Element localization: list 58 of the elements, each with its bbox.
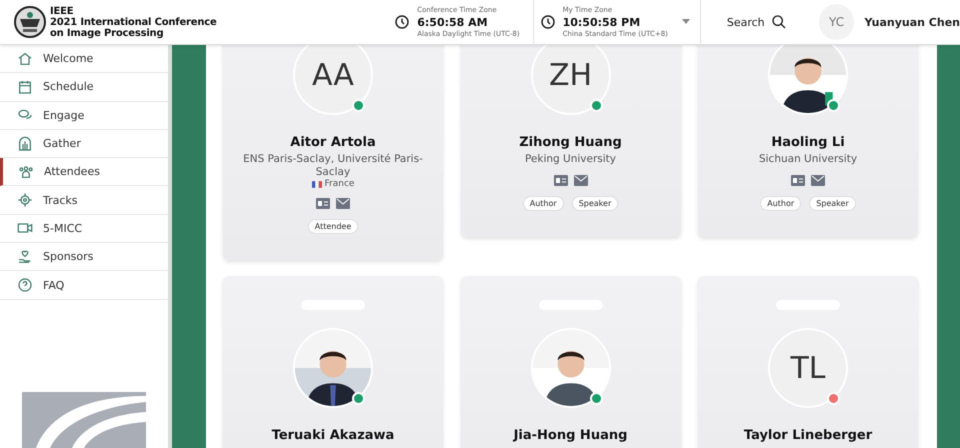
- attendee-name: Jia-Hong Huang: [514, 428, 628, 443]
- avatar: TL: [768, 328, 848, 408]
- affiliation: Sichuan University: [758, 153, 858, 166]
- mail-icon[interactable]: [336, 198, 350, 209]
- sidebar-item[interactable]: Attendees: [0, 158, 168, 186]
- attendee-name: Taylor Lineberger: [744, 428, 872, 443]
- attendee-card[interactable]: Jia-Hong Huang: [460, 276, 680, 448]
- hand-heart-icon: [17, 248, 33, 265]
- target-icon: [17, 192, 33, 208]
- calendar-icon: [17, 78, 33, 95]
- clock-icon: [540, 14, 556, 30]
- role-tag: Speaker: [809, 196, 856, 211]
- avatar: AA: [293, 45, 373, 115]
- user-name: Yuanyuan Chen: [864, 16, 960, 28]
- mail-icon[interactable]: [811, 175, 825, 186]
- attendee-name: Haoling Li: [771, 135, 845, 150]
- mail-icon[interactable]: [574, 175, 588, 186]
- attendee-card[interactable]: Teruaki Akazawa: [223, 276, 443, 448]
- flag-icon: [312, 180, 322, 188]
- contact-card-icon[interactable]: [316, 198, 330, 209]
- clock-time: 10:50:58 PM: [562, 16, 642, 28]
- attendee-card[interactable]: ZH Zihong Huang Peking University Author Speaker: [460, 45, 680, 237]
- attendee-name: Zihong Huang: [519, 135, 622, 150]
- search-button[interactable]: Search: [726, 14, 787, 30]
- sidebar-item[interactable]: Schedule: [0, 73, 168, 102]
- attendee-card[interactable]: Haoling Li Sichuan University Author Speaker: [698, 45, 918, 237]
- sidebar-item[interactable]: Engage: [0, 102, 168, 130]
- affiliation: ENS Paris-Saclay, Université Paris-Saclay: [242, 153, 424, 179]
- attendee-card[interactable]: AA Aitor Artola ENS Paris-Saclay, Université Paris-Saclay France Attendee: [223, 45, 443, 260]
- clock-icon: [394, 14, 410, 30]
- role-tag: Speaker: [572, 196, 618, 211]
- attendee-card[interactable]: TL Taylor Lineberger: [698, 276, 918, 448]
- clock-time: 6:50:58 AM: [417, 16, 489, 28]
- sidebar-item[interactable]: Welcome: [0, 45, 168, 74]
- role-tag: Attendee: [308, 219, 358, 234]
- conference-title: IEEE 2021 International Conference on Image Processing: [50, 6, 217, 38]
- attendee-name: Aitor Artola: [290, 135, 376, 150]
- role-tag: Author: [522, 196, 564, 211]
- help-icon: [17, 277, 33, 294]
- sidebar-item[interactable]: Tracks: [0, 186, 168, 215]
- dropdown-caret-icon[interactable]: [682, 18, 690, 24]
- sidebar-item[interactable]: 5-MICC: [0, 214, 168, 244]
- contact-card-icon[interactable]: [554, 175, 568, 186]
- sidebar-item[interactable]: Gather: [0, 130, 168, 158]
- people-icon: [18, 164, 34, 180]
- affiliation: Peking University: [524, 153, 618, 166]
- arch-icon: [17, 136, 33, 152]
- sidebar-item[interactable]: FAQ: [0, 271, 168, 300]
- logo-icon: [14, 6, 46, 38]
- contact-card-icon[interactable]: [791, 175, 805, 186]
- avatar: ZH: [530, 45, 610, 115]
- attendee-name: Teruaki Akazawa: [272, 428, 394, 443]
- country: France: [324, 179, 354, 189]
- user-avatar[interactable]: YC: [818, 4, 854, 40]
- sidebar-item[interactable]: Sponsors: [0, 243, 168, 272]
- home-icon: [17, 50, 33, 67]
- role-tag: Author: [760, 196, 802, 211]
- search-icon: [770, 14, 787, 30]
